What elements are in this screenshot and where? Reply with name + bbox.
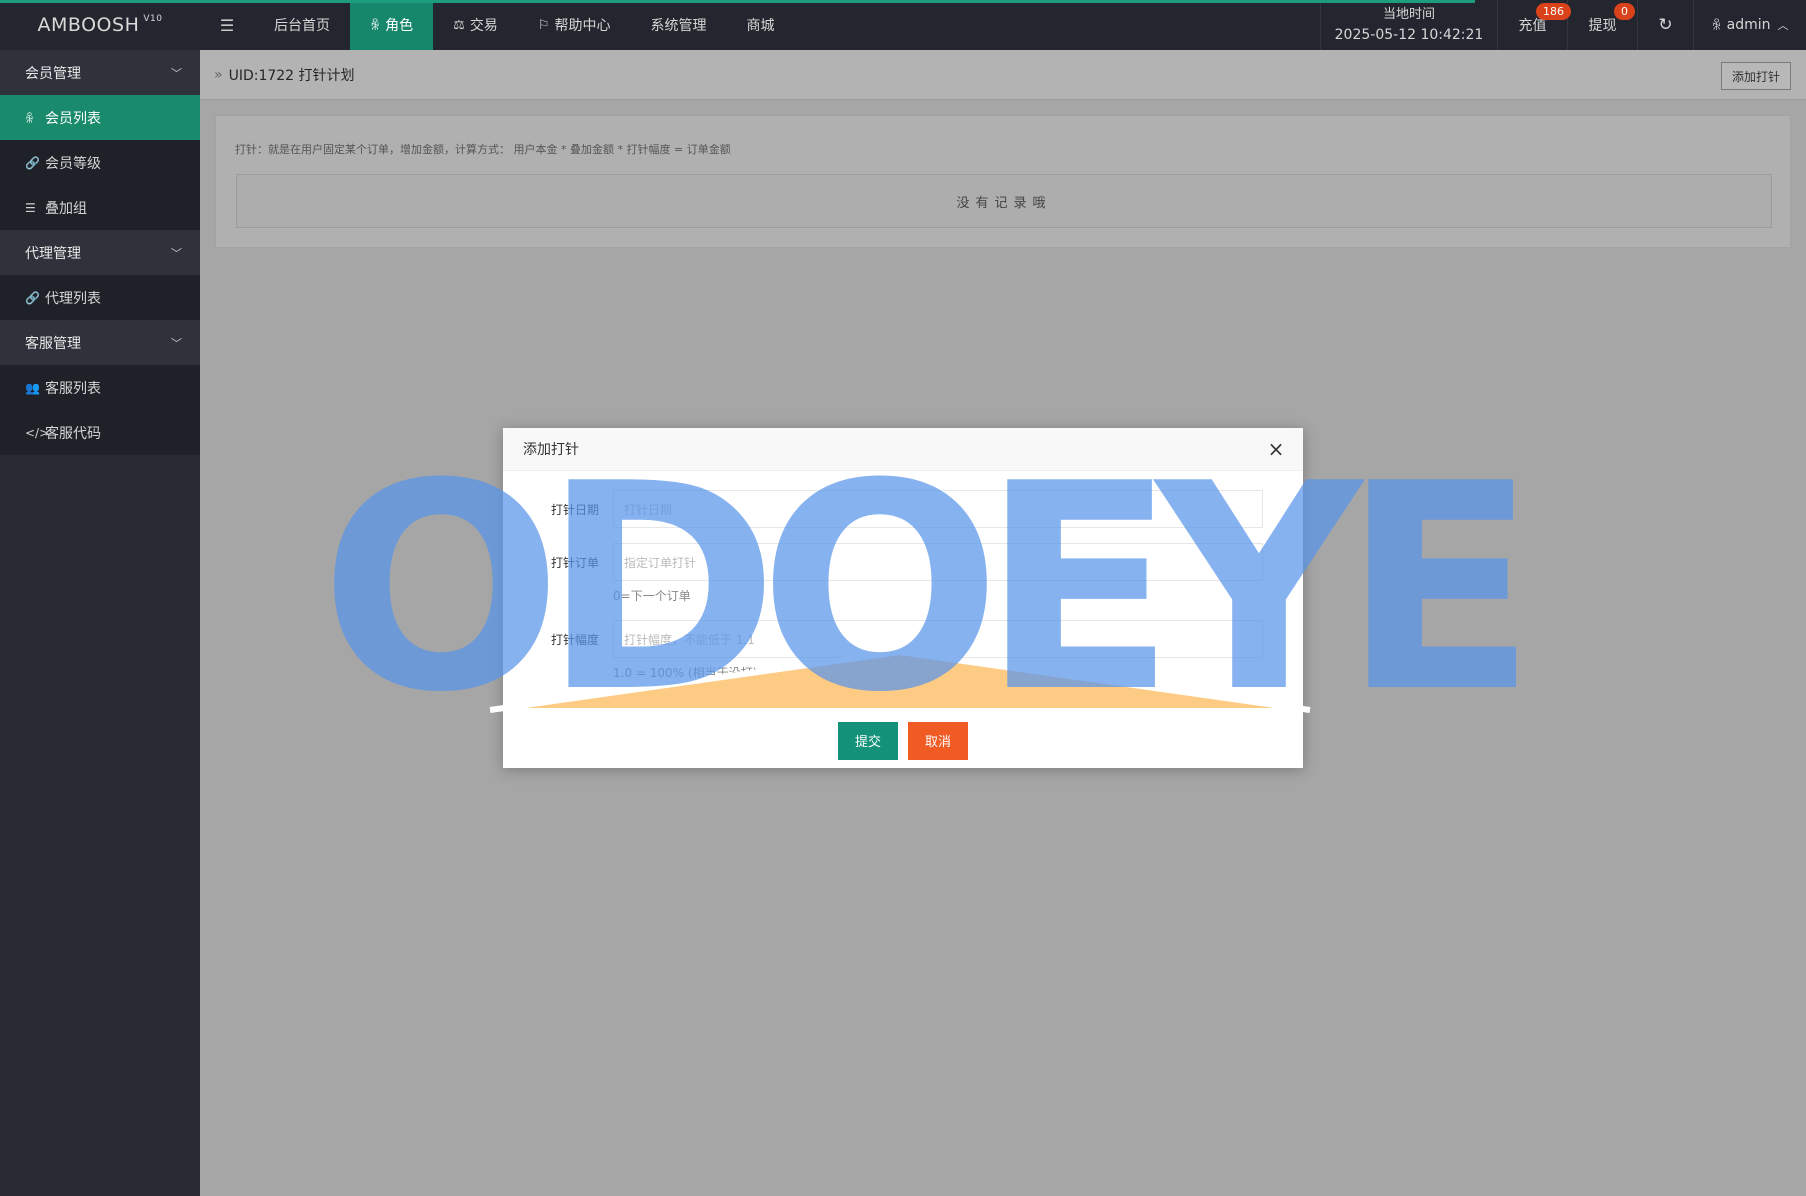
submit-button[interactable]: 提交 [837,721,898,760]
recharge-count-badge: 186 [1536,3,1571,20]
field-label: 打针日期 [550,502,599,517]
link-icon: 🔗 [25,155,40,170]
empty-state: 没有记录哦 [236,174,1772,228]
nav-item-mall[interactable]: 商城 [726,0,794,50]
sidebar-item-label: 代理列表 [45,290,101,307]
user-icon: ꆜ [25,111,35,126]
sidebar-group-label: 会员管理 [25,65,81,82]
nav-item-label: 帮助中心 [554,18,611,34]
nav-item-label: 系统管理 [650,18,707,34]
sidebar-group-label: 代理管理 [25,245,81,262]
flag-icon: ⚐ [537,17,550,33]
nav-item-label: 后台首页 [274,18,330,34]
link-icon: 🔗 [25,290,40,305]
breadcrumb-separator-icon: » [214,66,223,83]
top-header: AMBOOSH V10 ☰ 后台首页 ꆜ 角色 ⚖ 交易 ⚐ 帮助中心 系统管理 … [0,0,1806,50]
cancel-button[interactable]: 取消 [908,721,969,760]
content-card: 打针：就是在用户固定某个订单，增加金额，计算方式： 用户本金 * 叠加金额 * … [215,115,1791,248]
page-title: UID:1722 打针计划 [228,67,355,84]
local-time-label: 当地时间 [1382,7,1435,22]
user-icon: ꆜ [1711,18,1722,34]
field-label: 打针订单 [550,555,599,570]
nav-item-help[interactable]: ⚐ 帮助中心 [518,0,631,50]
sidebar-group-member[interactable]: 会员管理 ﹀ [0,50,200,95]
injection-amplitude-input[interactable]: 打针幅度，不能低于 1.1 [613,620,1263,658]
header-accent-line [0,0,1475,3]
local-time: 当地时间 2025-05-12 10:42:21 [1320,0,1498,50]
list-icon: ☰ [25,200,36,215]
dialog-footer: 提交 取消 [503,713,1303,768]
add-injection-button[interactable]: 添加打针 [1720,62,1791,90]
app-logo[interactable]: AMBOOSH V10 [0,0,200,50]
top-nav: 后台首页 ꆜ 角色 ⚖ 交易 ⚐ 帮助中心 系统管理 商城 [254,0,794,50]
sidebar-group-support[interactable]: 客服管理 ﹀ [0,320,200,365]
nav-item-system[interactable]: 系统管理 [630,0,726,50]
user-icon: ꆜ [370,18,381,34]
order-hint: 0=下一个订单 [613,589,691,603]
field-label: 打针幅度 [550,632,599,647]
breadcrumb: » UID:1722 打针计划 添加打针 [200,50,1806,100]
sidebar-item-label: 会员等级 [45,155,101,172]
nav-item-label: 交易 [469,18,498,34]
add-injection-dialog: 添加打针 × 打针日期 打针日期 打针订单 指定订单打针 0=下一个订单 打针幅… [503,428,1303,768]
chevron-up-icon: ︿ [1777,19,1789,32]
dialog-title: 添加打针 [523,442,579,458]
nav-item-role[interactable]: ꆜ 角色 [350,0,434,50]
withdraw-count-badge: 0 [1614,3,1635,20]
sidebar-item-label: 客服列表 [45,380,101,397]
nav-item-home[interactable]: 后台首页 [254,0,350,50]
sidebar-item-member-level[interactable]: 🔗 会员等级 [0,140,200,185]
form-row-order: 打针订单 指定订单打针 [503,543,1263,581]
dialog-header: 添加打针 [503,428,1303,471]
amplitude-hint: 1.0 = 100% (相当于没打) [613,666,758,680]
user-name: admin [1726,17,1771,33]
sidebar-item-agent-list[interactable]: 🔗 代理列表 [0,275,200,320]
injection-note: 打针：就是在用户固定某个订单，增加金额，计算方式： 用户本金 * 叠加金额 * … [235,143,731,156]
local-time-value: 2025-05-12 10:42:21 [1334,27,1484,43]
app-version: V10 [143,14,163,24]
user-menu[interactable]: ꆜ admin ︿ [1694,0,1806,50]
sidebar-item-support-code[interactable]: </> 客服代码 [0,410,200,455]
sidebar-item-member-list[interactable]: ꆜ 会员列表 [0,95,200,140]
chevron-down-icon: ﹀ [171,66,182,80]
header-right: 当地时间 2025-05-12 10:42:21 充值 186 提现 0 ↻ ꆜ… [1320,0,1806,50]
form-row-amplitude: 打针幅度 打针幅度，不能低于 1.1 [503,620,1263,658]
form-row-date: 打针日期 打针日期 [503,490,1263,528]
sidebar-item-stack-group[interactable]: ☰ 叠加组 [0,185,200,230]
injection-date-input[interactable]: 打针日期 [613,490,1263,528]
injection-order-input[interactable]: 指定订单打针 [613,543,1263,581]
refresh-icon[interactable]: ↻ [1638,0,1694,50]
recharge-button[interactable]: 充值 186 [1498,0,1571,50]
menu-toggle-icon[interactable]: ☰ [200,0,254,50]
app-logo-text: AMBOOSH [37,14,140,36]
chevron-down-icon: ﹀ [171,336,182,350]
sidebar-item-label: 会员列表 [45,110,101,127]
sidebar-item-label: 客服代码 [45,425,101,442]
code-icon: </> [25,425,50,440]
scale-icon: ⚖ [453,17,465,33]
sidebar-item-support-list[interactable]: 👥 客服列表 [0,365,200,410]
nav-item-trade[interactable]: ⚖ 交易 [433,0,518,50]
sidebar-group-label: 客服管理 [25,335,81,352]
sidebar: 会员管理 ﹀ ꆜ 会员列表 🔗 会员等级 ☰ 叠加组 代理管理 ﹀ 🔗 代理列表… [0,50,200,1196]
users-icon: 👥 [25,380,40,395]
sidebar-group-agent[interactable]: 代理管理 ﹀ [0,230,200,275]
close-icon[interactable]: × [1265,438,1287,460]
nav-item-label: 商城 [746,18,775,34]
sidebar-item-label: 叠加组 [45,200,87,217]
nav-item-label: 角色 [385,18,414,34]
chevron-down-icon: ﹀ [171,246,182,260]
withdraw-label: 提现 [1588,18,1617,34]
withdraw-button[interactable]: 提现 0 [1568,0,1638,50]
